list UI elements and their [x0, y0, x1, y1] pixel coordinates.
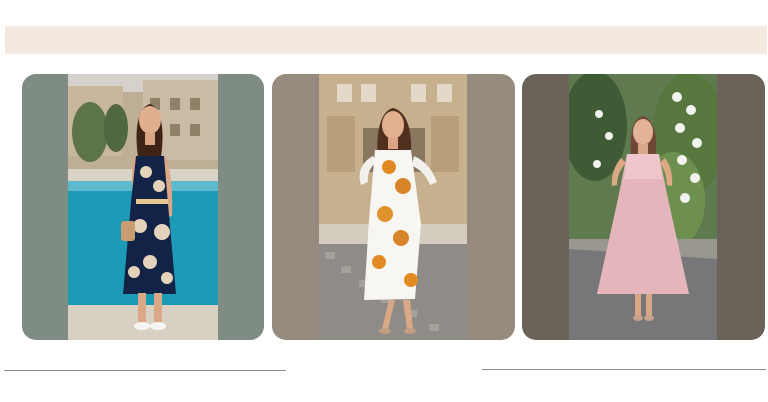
photo-pink-dress — [569, 74, 717, 340]
poolside-photo-illustration — [68, 74, 218, 340]
top-banner — [5, 26, 767, 54]
gallery-card-3[interactable] — [522, 74, 765, 340]
garden-photo-illustration — [569, 74, 717, 340]
gallery-card-1[interactable] — [22, 74, 264, 340]
street-photo-illustration — [319, 74, 467, 340]
bottom-divider-left — [4, 370, 286, 371]
photo-navy-floral-dress — [68, 74, 218, 340]
photo-white-floral-dress — [319, 74, 467, 340]
gallery-card-2[interactable] — [272, 74, 515, 340]
bottom-divider-right — [482, 369, 766, 370]
